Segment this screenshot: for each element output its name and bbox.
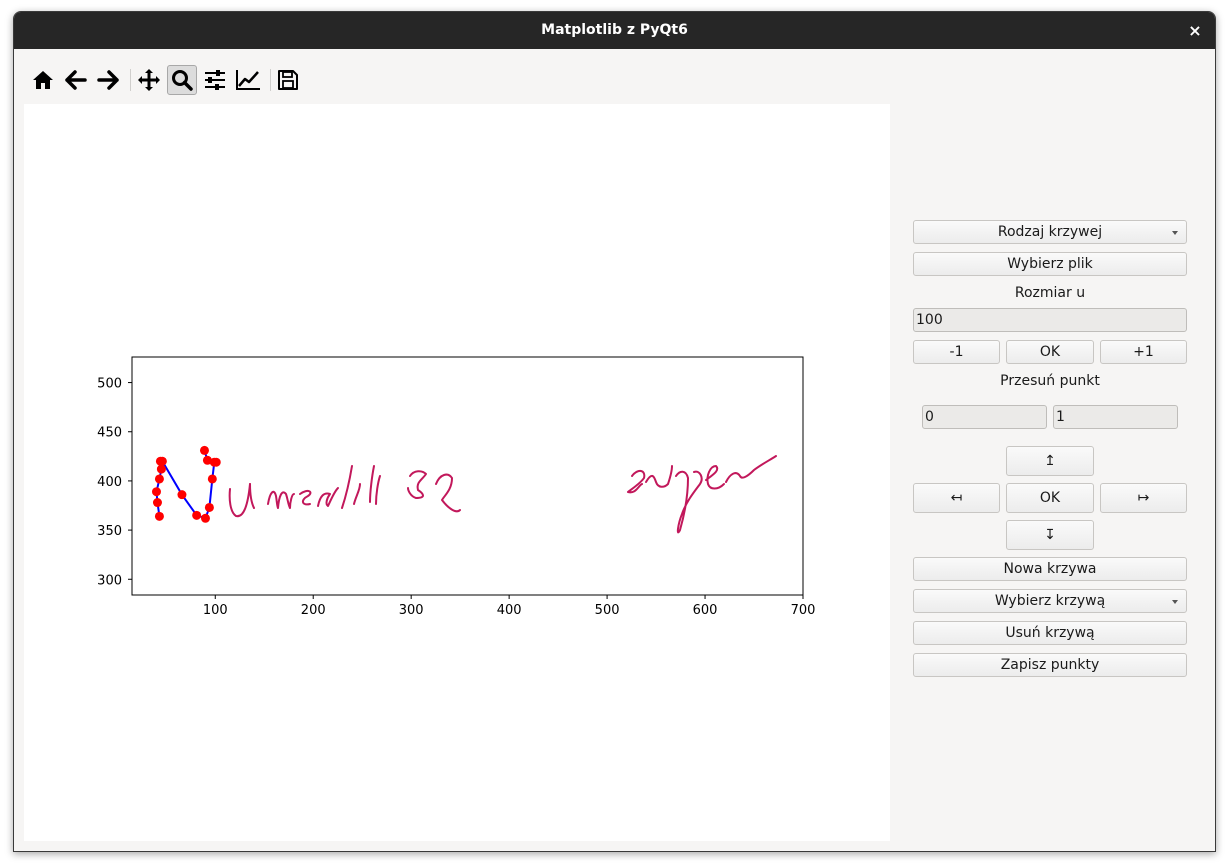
handwriting-stroke [299, 489, 312, 506]
handwriting-stroke [317, 487, 339, 507]
handwriting-stroke [341, 465, 353, 509]
handwriting-stroke [435, 473, 461, 513]
forward-arrow-icon [97, 70, 119, 90]
save-points-button[interactable]: Zapisz punkty [913, 653, 1187, 677]
handwriting-stroke [705, 465, 725, 490]
control-point [154, 511, 164, 521]
handwriting-stroke [645, 465, 673, 488]
handwriting-stroke [369, 465, 381, 505]
handwriting-stroke [249, 483, 255, 509]
control-point [200, 513, 210, 523]
axes-frame [131, 356, 804, 596]
zoom-icon [172, 70, 193, 91]
curve-type-label: Rodzaj krzywej [997, 224, 1103, 240]
increment-button[interactable]: +1 [1100, 340, 1187, 364]
y-tick-label: 350 [97, 524, 122, 539]
y-tick-label: 500 [97, 377, 122, 392]
subplots-config-button[interactable] [200, 65, 230, 95]
handwriting-stroke [353, 483, 361, 505]
axes-edit-button[interactable] [233, 65, 263, 95]
point-index-input[interactable]: 0 [922, 405, 1047, 429]
move-down-button[interactable]: ↧ [1006, 520, 1094, 550]
handwriting-stroke [627, 470, 646, 494]
handwriting-image [228, 455, 777, 534]
curve-type-select[interactable]: Rodzaj krzywej [913, 220, 1187, 244]
app-window: Matplotlib z PyQt6 × 100 200 300 400 500… [13, 11, 1216, 852]
size-label: Rozmiar u [1014, 285, 1086, 301]
control-point [154, 474, 164, 484]
home-button[interactable] [28, 65, 58, 95]
home-icon [33, 71, 53, 89]
title-bar: Matplotlib z PyQt6 × [14, 12, 1215, 49]
handwriting-stroke [267, 490, 295, 509]
x-tick-label: 100 [203, 603, 228, 618]
back-button[interactable] [61, 65, 91, 95]
toolbar-separator [270, 69, 271, 91]
window-title: Matplotlib z PyQt6 [541, 22, 688, 38]
forward-button[interactable] [93, 65, 123, 95]
x-tick-label: 500 [595, 603, 620, 618]
control-point [204, 502, 214, 512]
move-point-label: Przesuń punkt [1000, 373, 1100, 389]
x-tick-label: 400 [497, 603, 522, 618]
choose-file-button[interactable]: Wybierz plik [913, 252, 1187, 276]
delete-curve-button[interactable]: Usuń krzywą [913, 621, 1187, 645]
y-tick-label: 400 [97, 475, 122, 490]
select-curve-select[interactable]: Wybierz krzywą [913, 589, 1187, 613]
control-point [199, 445, 209, 455]
x-tick-label: 300 [399, 603, 424, 618]
plot-canvas[interactable]: 100 200 300 400 500 600 700 300 350 400 450 500 [24, 104, 890, 841]
close-button[interactable]: × [1185, 20, 1205, 40]
chevron-down-icon [1172, 600, 1178, 604]
new-curve-button[interactable]: Nowa krzywa [913, 557, 1187, 581]
control-point [202, 455, 212, 465]
control-point [157, 456, 167, 466]
move-up-button[interactable]: ↥ [1006, 446, 1094, 476]
handwriting-stroke [228, 483, 251, 518]
save-icon [278, 70, 298, 90]
control-point [152, 498, 162, 508]
control-point [151, 487, 161, 497]
plot-svg: 100 200 300 400 500 600 700 300 350 400 450 500 [97, 356, 816, 618]
handwriting-stroke [675, 470, 703, 534]
handwriting-stroke [725, 455, 777, 483]
x-tick-label: 600 [693, 603, 718, 618]
y-tick-label: 450 [97, 426, 122, 441]
zoom-button[interactable] [167, 65, 197, 95]
back-arrow-icon [65, 70, 87, 90]
pan-icon [138, 69, 160, 91]
point-step-input[interactable]: 1 [1053, 405, 1178, 429]
x-tick-label: 700 [791, 603, 816, 618]
save-figure-button[interactable] [273, 65, 303, 95]
y-tick-label: 300 [97, 573, 122, 588]
control-point [177, 490, 187, 500]
select-curve-label: Wybierz krzywą [994, 593, 1106, 609]
decrement-button[interactable]: -1 [913, 340, 1000, 364]
handwriting-stroke [407, 470, 427, 499]
navigation-toolbar [14, 49, 1215, 103]
chevron-down-icon [1172, 231, 1178, 235]
move-left-button[interactable]: ↤ [913, 483, 1000, 513]
control-point [211, 457, 221, 467]
x-tick-label: 200 [301, 603, 326, 618]
size-ok-button[interactable]: OK [1006, 340, 1094, 364]
toolbar-separator [130, 69, 131, 91]
axes-edit-icon [236, 70, 260, 90]
control-point [207, 474, 217, 484]
pan-button[interactable] [134, 65, 164, 95]
size-input[interactable]: 100 [913, 308, 1187, 332]
move-ok-button[interactable]: OK [1006, 483, 1094, 513]
subplots-config-icon [205, 70, 225, 90]
move-right-button[interactable]: ↦ [1100, 483, 1187, 513]
control-point [156, 464, 166, 474]
control-point [192, 510, 202, 520]
